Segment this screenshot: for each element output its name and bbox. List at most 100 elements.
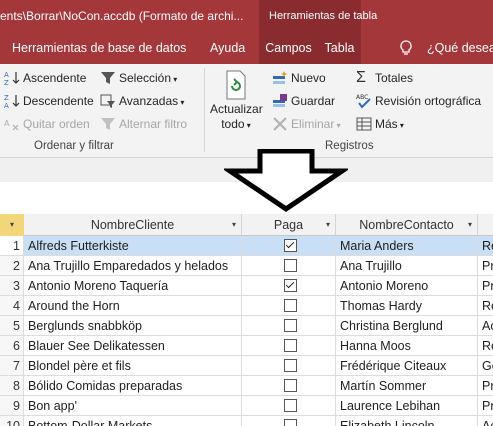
tell-me-search[interactable]: ¿Qué desea h <box>427 32 493 64</box>
paga-checkbox[interactable] <box>284 279 297 292</box>
paga-checkbox[interactable] <box>284 299 297 312</box>
record-selector[interactable]: 2 <box>0 256 24 276</box>
ribbon-tab-bar: Herramientas de base de datos Ayuda Camp… <box>0 32 493 64</box>
spelling-button[interactable]: ABC Revisión ortográfica <box>356 91 481 111</box>
table-row[interactable]: 4Around the Horn Thomas HardyRe <box>0 296 493 316</box>
column-dropdown-icon[interactable]: ▾ <box>232 214 236 236</box>
cell-nombrecliente[interactable]: Bólido Comidas preparadas <box>24 376 242 396</box>
cell-paga[interactable] <box>242 296 336 316</box>
cell-next-column[interactable]: Re <box>478 296 493 316</box>
cell-nombrecontacto[interactable]: Frédérique Citeaux <box>336 356 478 376</box>
cell-paga[interactable] <box>242 396 336 416</box>
paga-checkbox[interactable] <box>284 319 297 332</box>
delete-record-button[interactable]: Eliminar ▾ <box>272 114 341 134</box>
advanced-filter-button[interactable]: Avanzadas ▾ <box>100 91 184 111</box>
more-icon <box>356 116 372 132</box>
cell-nombrecliente[interactable]: Blondel père et fils <box>24 356 242 376</box>
cell-next-column[interactable]: Pr <box>478 396 493 416</box>
cell-nombrecontacto[interactable]: Antonio Moreno <box>336 276 478 296</box>
table-row[interactable]: 3Antonio Moreno Taquería Antonio MorenoPr <box>0 276 493 296</box>
cell-next-column[interactable]: Ge <box>478 356 493 376</box>
column-header-next[interactable] <box>478 214 493 236</box>
tab-ayuda[interactable]: Ayuda <box>210 32 245 64</box>
cell-next-column[interactable]: Pr <box>478 276 493 296</box>
record-selector[interactable]: 8 <box>0 376 24 396</box>
paga-checkbox[interactable] <box>284 359 297 372</box>
tab-campos[interactable]: Campos <box>259 32 318 64</box>
more-button[interactable]: Más ▾ <box>356 114 404 134</box>
cell-next-column[interactable]: Re <box>478 336 493 356</box>
paga-checkbox[interactable] <box>284 339 297 352</box>
select-all-corner[interactable]: ▾ <box>0 214 24 237</box>
table-row[interactable]: 5Berglunds snabbköp Christina BerglundAc <box>0 316 493 336</box>
record-selector[interactable]: 3 <box>0 276 24 296</box>
paga-checkbox[interactable] <box>284 239 297 252</box>
table-row[interactable]: 1Alfreds Futterkiste Maria AndersRe <box>0 236 493 256</box>
table-row[interactable]: 2 Ana Trujillo Emparedados y helados Ana T… <box>0 256 493 276</box>
record-selector[interactable]: 10 <box>0 416 24 426</box>
record-selector[interactable]: 6 <box>0 336 24 356</box>
table-row[interactable]: 7 Blondel père et fils Frédérique Citeaux G… <box>0 356 493 376</box>
cell-next-column[interactable]: Re <box>478 236 493 256</box>
cell-nombrecontacto[interactable]: Thomas Hardy <box>336 296 478 316</box>
column-header-nombrecliente[interactable]: NombreCliente ▾ <box>24 214 242 236</box>
cell-nombrecontacto[interactable]: Laurence Lebihan <box>336 396 478 416</box>
cell-nombrecliente[interactable]: Around the Horn <box>24 296 242 316</box>
refresh-all-button[interactable]: Actualizar todo ▾ <box>210 70 263 133</box>
selection-filter-label: Selección <box>119 71 172 85</box>
lightbulb-icon[interactable] <box>399 40 413 59</box>
cell-nombrecontacto[interactable]: Ana Trujillo <box>336 256 478 276</box>
paga-checkbox[interactable] <box>284 259 297 272</box>
cell-nombrecontacto[interactable]: Martín Sommer <box>336 376 478 396</box>
cell-next-column[interactable]: Ac <box>478 316 493 336</box>
tab-herramientas-bd[interactable]: Herramientas de base de datos <box>12 32 186 64</box>
table-row[interactable]: 8 Bólido Comidas preparadas Martín Sommer P… <box>0 376 493 396</box>
cell-nombrecontacto[interactable]: Hanna Moos <box>336 336 478 356</box>
column-header-nombrecontacto[interactable]: NombreContacto ▾ <box>336 214 478 236</box>
cell-paga[interactable] <box>242 236 336 256</box>
cell-next-column[interactable]: Ac <box>478 416 493 426</box>
column-dropdown-icon[interactable]: ▾ <box>468 214 472 236</box>
cell-paga[interactable] <box>242 356 336 376</box>
paga-checkbox[interactable] <box>284 419 297 426</box>
table-row[interactable]: 9Bon app' Laurence LebihanPr <box>0 396 493 416</box>
tab-tabla[interactable]: Tabla <box>318 32 361 64</box>
cell-paga[interactable] <box>242 376 336 396</box>
cell-paga[interactable] <box>242 276 336 296</box>
cell-nombrecontacto[interactable]: Christina Berglund <box>336 316 478 336</box>
cell-nombrecontacto[interactable]: Maria Anders <box>336 236 478 256</box>
cell-nombrecliente[interactable]: Berglunds snabbköp <box>24 316 242 336</box>
cell-nombrecliente[interactable]: Alfreds Futterkiste <box>24 236 242 256</box>
cell-paga[interactable] <box>242 336 336 356</box>
toggle-filter-button[interactable]: Alternar filtro <box>100 114 187 134</box>
sort-descending-button[interactable]: ZA Descendente <box>4 91 94 111</box>
column-header-paga[interactable]: Paga ▾ <box>242 214 336 236</box>
cell-next-column[interactable]: Pr <box>478 256 493 276</box>
table-row[interactable]: 6Blauer See Delikatessen Hanna MoosRe <box>0 336 493 356</box>
cell-nombrecliente[interactable]: Blauer See Delikatessen <box>24 336 242 356</box>
remove-sort-button[interactable]: A Quitar orden <box>4 114 90 134</box>
record-selector[interactable]: 1 <box>0 236 24 256</box>
column-dropdown-icon[interactable]: ▾ <box>326 214 330 236</box>
record-selector[interactable]: 5 <box>0 316 24 336</box>
paga-checkbox[interactable] <box>284 379 297 392</box>
selection-filter-button[interactable]: Selección ▾ <box>100 68 177 88</box>
totals-button[interactable]: Σ Totales <box>356 68 413 88</box>
cell-paga[interactable] <box>242 316 336 336</box>
paga-checkbox[interactable] <box>284 399 297 412</box>
cell-nombrecliente[interactable]: Bon app' <box>24 396 242 416</box>
save-record-button[interactable]: Guardar <box>272 91 335 111</box>
record-selector[interactable]: 4 <box>0 296 24 316</box>
cell-next-column[interactable]: Pr <box>478 376 493 396</box>
sort-ascending-button[interactable]: AZ Ascendente <box>4 68 86 88</box>
cell-nombrecontacto[interactable]: Elizabeth Lincoln <box>336 416 478 426</box>
table-row[interactable]: 10 Bottom-Dollar Markets Elizabeth Lincoln… <box>0 416 493 426</box>
cell-nombrecliente[interactable]: Ana Trujillo Emparedados y helados <box>24 256 242 276</box>
cell-nombrecliente[interactable]: Bottom-Dollar Markets <box>24 416 242 426</box>
record-selector[interactable]: 7 <box>0 356 24 376</box>
cell-nombrecliente[interactable]: Antonio Moreno Taquería <box>24 276 242 296</box>
record-selector[interactable]: 9 <box>0 396 24 416</box>
cell-paga[interactable] <box>242 416 336 426</box>
new-record-button[interactable]: Nuevo <box>272 68 326 88</box>
cell-paga[interactable] <box>242 256 336 276</box>
